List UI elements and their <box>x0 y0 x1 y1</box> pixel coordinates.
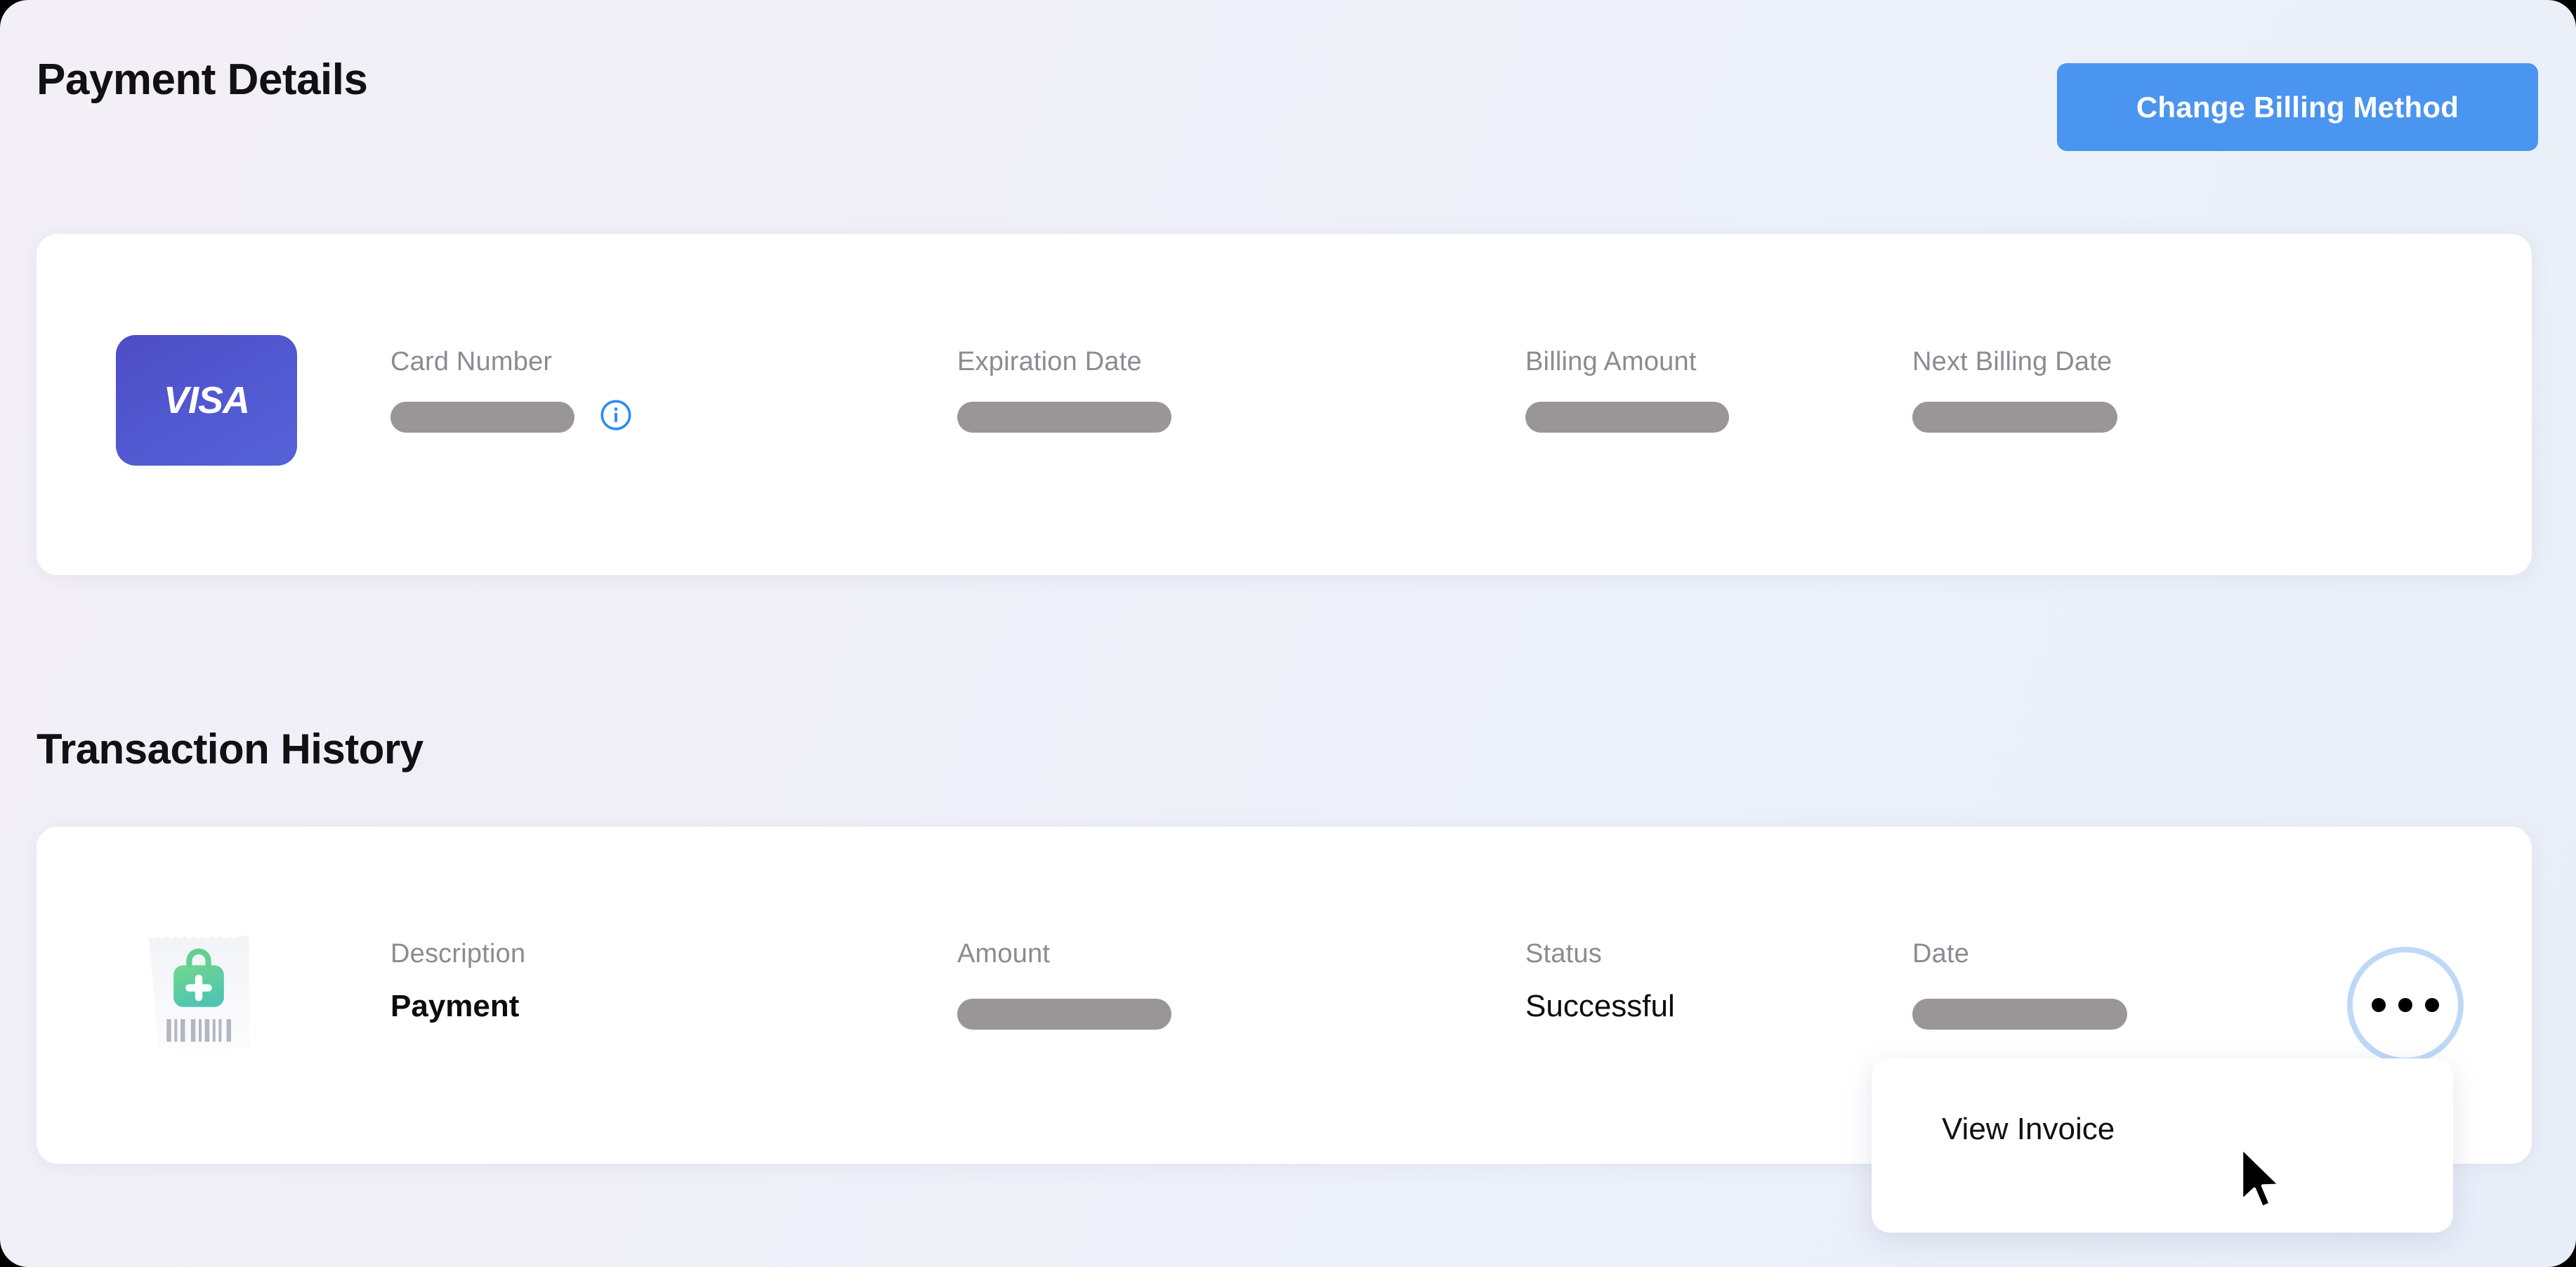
dot-3-icon <box>2425 998 2439 1012</box>
dot-1-icon <box>2372 998 2386 1012</box>
column-label-description: Description <box>390 939 526 969</box>
field-expiration-date: Expiration Date <box>957 347 1224 433</box>
field-card-number: Card Number <box>390 347 657 433</box>
redacted-next-billing-date <box>1912 402 2117 433</box>
redacted-card-number <box>390 402 574 433</box>
row-context-menu: View Invoice <box>1872 1058 2453 1233</box>
more-options-button[interactable] <box>2347 947 2464 1063</box>
column-label-status: Status <box>1525 939 1602 969</box>
column-amount: Amount <box>957 939 1224 1030</box>
field-billing-amount: Billing Amount <box>1525 347 1792 433</box>
status-badge: Successful <box>1525 989 1675 1023</box>
redacted-date <box>1912 999 2127 1030</box>
field-label-billing-amount: Billing Amount <box>1525 347 1697 376</box>
redacted-billing-amount <box>1525 402 1729 433</box>
column-value-description: Payment <box>390 989 520 1023</box>
field-label-next-billing-date: Next Billing Date <box>1912 347 2112 376</box>
redacted-amount <box>957 999 1171 1030</box>
visa-logo-text: VISA <box>163 379 250 421</box>
change-billing-method-button[interactable]: Change Billing Method <box>2057 63 2538 151</box>
column-label-date: Date <box>1912 939 1970 969</box>
payment-details-page: Payment Details Change Billing Method VI… <box>0 0 2576 1267</box>
mouse-cursor <box>2239 1146 2287 1214</box>
field-label-card-number: Card Number <box>390 347 553 376</box>
page-title: Payment Details <box>37 55 368 104</box>
column-label-amount: Amount <box>957 939 1051 969</box>
field-next-billing-date: Next Billing Date <box>1912 347 2207 433</box>
transaction-history-title: Transaction History <box>37 726 423 773</box>
redacted-expiration-date <box>957 402 1171 433</box>
column-date: Date <box>1912 939 2207 1030</box>
column-description: Description Payment <box>390 939 657 1024</box>
visa-card-icon: VISA <box>116 335 297 466</box>
dot-2-icon <box>2398 998 2412 1012</box>
menu-item-view-invoice[interactable]: View Invoice <box>1942 1112 2115 1147</box>
info-icon[interactable] <box>600 399 632 431</box>
column-status: Status Successful <box>1525 939 1820 1024</box>
receipt-icon <box>140 927 257 1059</box>
field-label-expiration-date: Expiration Date <box>957 347 1142 376</box>
